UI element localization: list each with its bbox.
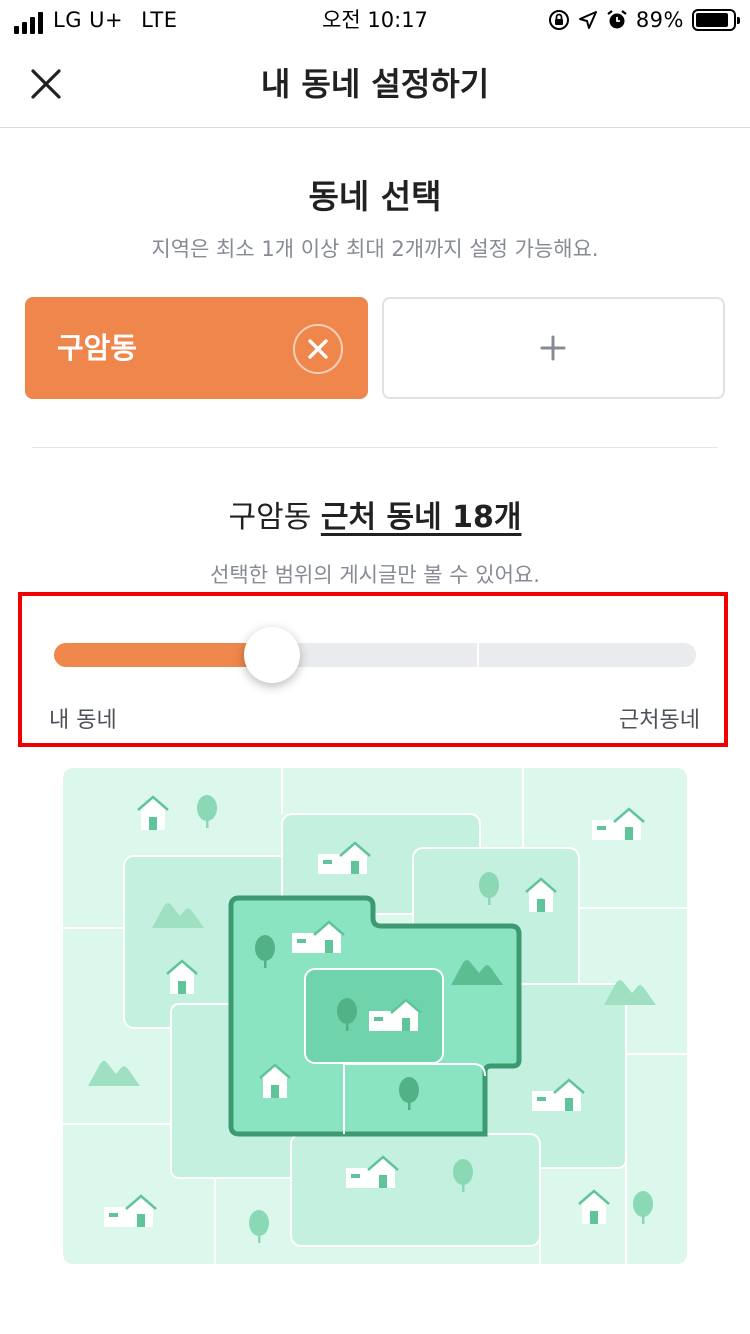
range-area-name: 구암동 bbox=[228, 500, 312, 535]
range-slider-fill bbox=[54, 643, 272, 667]
selected-neighborhood-label: 구암동 bbox=[57, 331, 138, 365]
battery-fill bbox=[696, 13, 729, 27]
range-slider-thumb[interactable] bbox=[244, 627, 300, 683]
nav-bar: 내 동네 설정하기 bbox=[0, 40, 750, 128]
neighborhood-map-illustration bbox=[63, 768, 687, 1264]
range-subtitle: 선택한 범위의 게시글만 볼 수 있어요. bbox=[210, 563, 540, 587]
divider bbox=[32, 447, 718, 448]
add-neighborhood-button[interactable] bbox=[382, 297, 725, 399]
section-title: 동네 선택 bbox=[308, 177, 442, 216]
range-slider-track[interactable] bbox=[54, 643, 696, 667]
range-slider-tick bbox=[477, 643, 479, 667]
plus-icon bbox=[540, 335, 566, 361]
x-circle-icon bbox=[308, 339, 328, 359]
selected-neighborhood-chip[interactable]: 구암동 bbox=[25, 297, 368, 399]
battery-percent: 89% bbox=[635, 8, 684, 32]
location-arrow-icon bbox=[578, 11, 597, 29]
orientation-lock-icon bbox=[548, 10, 569, 30]
page-title: 내 동네 설정하기 bbox=[260, 65, 490, 103]
status-bar: LG U+ LTE 오전 10:17 89% bbox=[0, 0, 750, 40]
alarm-icon bbox=[607, 10, 627, 29]
range-max-label: 근처동네 bbox=[619, 708, 700, 733]
remove-neighborhood-button[interactable] bbox=[293, 324, 343, 374]
range-min-label: 내 동네 bbox=[49, 708, 117, 733]
nearby-count-link[interactable]: 근처 동네 18개 bbox=[321, 500, 522, 535]
status-right: 89% bbox=[548, 6, 740, 34]
battery-icon bbox=[692, 9, 740, 31]
range-title: 구암동 근처 동네 18개 bbox=[0, 498, 750, 538]
range-slider-highlight: 내 동네 근처동네 bbox=[18, 592, 728, 747]
section-subtitle: 지역은 최소 1개 이상 최대 2개까지 설정 가능해요. bbox=[151, 237, 599, 261]
